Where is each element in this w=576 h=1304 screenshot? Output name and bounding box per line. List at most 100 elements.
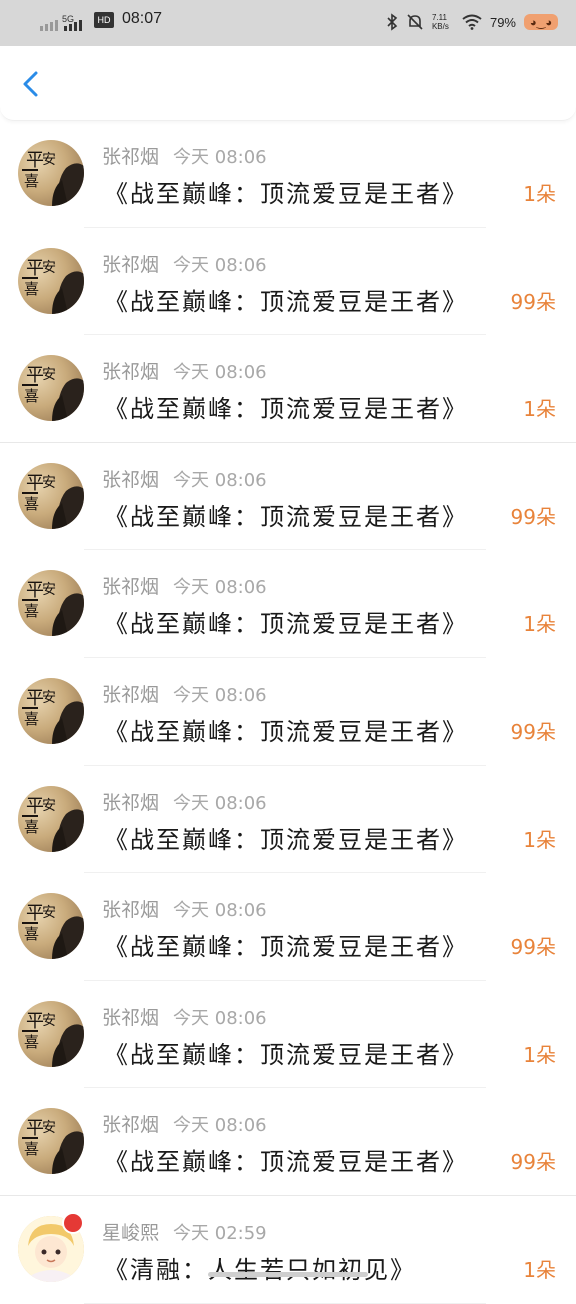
book-title[interactable]: 《战至巅峰：顶流爱豆是王者》 xyxy=(104,1142,468,1177)
book-title[interactable]: 《战至巅峰：顶流爱豆是王者》 xyxy=(104,497,468,532)
gift-record-row[interactable]: 平 安 喜 张祁烟 今天 08:06 《战至巅峰：顶流爱豆是王者》 99朵 xyxy=(0,443,576,551)
sender-name[interactable]: 张祁烟 xyxy=(102,1007,159,1029)
flower-count: 99朵 xyxy=(510,719,556,744)
sender-name[interactable]: 张祁烟 xyxy=(102,146,159,168)
sender-avatar[interactable]: 平 安 喜 xyxy=(18,462,84,529)
status-right-icons: 7.11 KB/s 79% ◕‿◕ xyxy=(386,10,558,34)
gift-record-row[interactable]: 平 安 喜 张祁烟 今天 08:06 《战至巅峰：顶流爱豆是王者》 1朵 xyxy=(0,766,576,874)
gift-list: 平 安 喜 张祁烟 今天 08:06 《战至巅峰：顶流爱豆是王者》 1朵 平 安 喜 … xyxy=(0,120,576,1304)
gift-time: 今天 08:06 xyxy=(173,684,267,706)
svg-text:喜: 喜 xyxy=(24,280,39,298)
avatar-image: 平 安 喜 xyxy=(22,1011,84,1067)
avatar-image: 平 安 喜 xyxy=(22,150,84,206)
svg-text:安: 安 xyxy=(42,367,56,383)
flower-count: 1朵 xyxy=(523,182,556,206)
flower-count: 1朵 xyxy=(523,827,556,852)
status-bar: 5G HD 08:07 7.11 KB/s 79% ◕‿◕ xyxy=(0,0,576,46)
svg-text:安: 安 xyxy=(42,152,56,168)
sender-name[interactable]: 星峻熙 xyxy=(102,1222,159,1244)
svg-text:喜: 喜 xyxy=(24,1140,39,1158)
flower-count: 99朵 xyxy=(510,504,556,529)
sender-name[interactable]: 张祁烟 xyxy=(102,576,159,598)
gift-record-row[interactable]: 星峻熙 今天 02:59 《清融：人生若只如初见》 1朵 xyxy=(0,1196,576,1304)
svg-text:喜: 喜 xyxy=(24,710,39,728)
svg-text:安: 安 xyxy=(42,1120,56,1136)
svg-text:喜: 喜 xyxy=(24,495,39,513)
gift-record-row[interactable]: 平 安 喜 张祁烟 今天 08:06 《战至巅峰：顶流爱豆是王者》 1朵 xyxy=(0,550,576,658)
flower-count: 1朵 xyxy=(523,1042,556,1067)
sender-name[interactable]: 张祁烟 xyxy=(102,1114,159,1136)
gift-time: 今天 02:59 xyxy=(173,1222,267,1244)
avatar-image: 平 安 喜 xyxy=(22,473,84,529)
sender-avatar[interactable]: 平 安 喜 xyxy=(18,570,84,637)
gift-record-row[interactable]: 平 安 喜 张祁烟 今天 08:06 《战至巅峰：顶流爱豆是王者》 1朵 xyxy=(0,335,576,443)
book-title[interactable]: 《战至巅峰：顶流爱豆是王者》 xyxy=(104,712,468,747)
avatar-image: 平 安 喜 xyxy=(22,1118,84,1175)
sender-line: 张祁烟 今天 08:06 xyxy=(102,250,267,277)
gift-time: 今天 08:06 xyxy=(173,469,267,491)
bluetooth-icon xyxy=(387,13,398,31)
svg-text:安: 安 xyxy=(42,1013,56,1029)
sender-name[interactable]: 张祁烟 xyxy=(102,254,159,276)
sender-line: 张祁烟 今天 08:06 xyxy=(102,572,267,599)
sender-avatar[interactable]: 平 安 喜 xyxy=(18,677,84,744)
avatar-image: 平 安 喜 xyxy=(22,365,84,422)
svg-text:喜: 喜 xyxy=(24,818,39,836)
home-indicator xyxy=(208,1272,368,1277)
gift-record-row[interactable]: 平 安 喜 张祁烟 今天 08:06 《战至巅峰：顶流爱豆是王者》 1朵 xyxy=(0,981,576,1089)
svg-text:喜: 喜 xyxy=(24,602,39,620)
sender-name[interactable]: 张祁烟 xyxy=(102,361,159,383)
gift-record-row[interactable]: 平 安 喜 张祁烟 今天 08:06 《战至巅峰：顶流爱豆是王者》 99朵 xyxy=(0,1088,576,1196)
sender-name[interactable]: 张祁烟 xyxy=(102,899,159,921)
sender-avatar[interactable]: 平 安 喜 xyxy=(18,1000,84,1067)
sender-avatar[interactable]: 平 安 喜 xyxy=(18,355,84,422)
top-bar xyxy=(0,46,576,121)
sender-line: 张祁烟 今天 08:06 xyxy=(102,788,267,815)
sender-line: 张祁烟 今天 08:06 xyxy=(102,680,267,707)
avatar-image: 平 安 喜 xyxy=(22,580,84,637)
avatar-image: 平 安 喜 xyxy=(22,796,84,852)
book-title[interactable]: 《战至巅峰：顶流爱豆是王者》 xyxy=(104,1035,468,1070)
svg-text:喜: 喜 xyxy=(24,387,39,405)
book-title[interactable]: 《战至巅峰：顶流爱豆是王者》 xyxy=(104,604,468,639)
gift-record-row[interactable]: 平 安 喜 张祁烟 今天 08:06 《战至巅峰：顶流爱豆是王者》 99朵 xyxy=(0,228,576,336)
book-title[interactable]: 《战至巅峰：顶流爱豆是王者》 xyxy=(104,174,468,209)
sender-name[interactable]: 张祁烟 xyxy=(102,469,159,491)
sender-line: 张祁烟 今天 08:06 xyxy=(102,357,267,384)
avatar-image: 平 安 喜 xyxy=(22,258,84,314)
svg-text:喜: 喜 xyxy=(24,925,39,943)
gift-time: 今天 08:06 xyxy=(173,577,267,599)
book-title[interactable]: 《战至巅峰：顶流爱豆是王者》 xyxy=(104,927,468,962)
sender-avatar[interactable]: 平 安 喜 xyxy=(18,247,84,314)
sender-line: 张祁烟 今天 08:06 xyxy=(102,1003,267,1030)
gift-time: 今天 08:06 xyxy=(173,1115,267,1137)
chevron-left-icon xyxy=(23,71,38,97)
gift-record-row[interactable]: 平 安 喜 张祁烟 今天 08:06 《战至巅峰：顶流爱豆是王者》 99朵 xyxy=(0,658,576,766)
flower-count: 99朵 xyxy=(510,289,556,314)
sender-name[interactable]: 张祁烟 xyxy=(102,684,159,706)
book-title[interactable]: 《战至巅峰：顶流爱豆是王者》 xyxy=(104,389,468,424)
sender-line: 张祁烟 今天 08:06 xyxy=(102,1110,267,1137)
network-type: 5G xyxy=(62,14,74,24)
gift-time: 今天 08:06 xyxy=(173,254,267,276)
svg-text:安: 安 xyxy=(42,690,56,706)
flower-count: 1朵 xyxy=(523,397,556,422)
network-speed: 7.11 KB/s xyxy=(431,13,449,31)
sender-avatar[interactable]: 平 安 喜 xyxy=(18,785,84,852)
gift-time: 今天 08:06 xyxy=(173,792,267,814)
book-title[interactable]: 《战至巅峰：顶流爱豆是王者》 xyxy=(104,282,468,317)
wifi-icon xyxy=(462,14,482,30)
gift-time: 今天 08:06 xyxy=(173,900,267,922)
sender-avatar[interactable]: 平 安 喜 xyxy=(18,893,84,960)
gift-record-row[interactable]: 平 安 喜 张祁烟 今天 08:06 《战至巅峰：顶流爱豆是王者》 1朵 xyxy=(0,120,576,228)
gift-time: 今天 08:06 xyxy=(173,362,267,384)
sender-avatar[interactable]: 平 安 喜 xyxy=(18,1108,84,1175)
sender-avatar[interactable]: 平 安 喜 xyxy=(18,140,84,206)
gift-record-row[interactable]: 平 安 喜 张祁烟 今天 08:06 《战至巅峰：顶流爱豆是王者》 99朵 xyxy=(0,873,576,981)
book-title[interactable]: 《战至巅峰：顶流爱豆是王者》 xyxy=(104,820,468,855)
avatar-badge-dot xyxy=(62,1211,84,1234)
back-button[interactable] xyxy=(14,66,50,102)
sender-name[interactable]: 张祁烟 xyxy=(102,792,159,814)
avatar-image: 平 安 喜 xyxy=(22,903,84,960)
battery-icon: ◕‿◕ xyxy=(524,14,558,30)
